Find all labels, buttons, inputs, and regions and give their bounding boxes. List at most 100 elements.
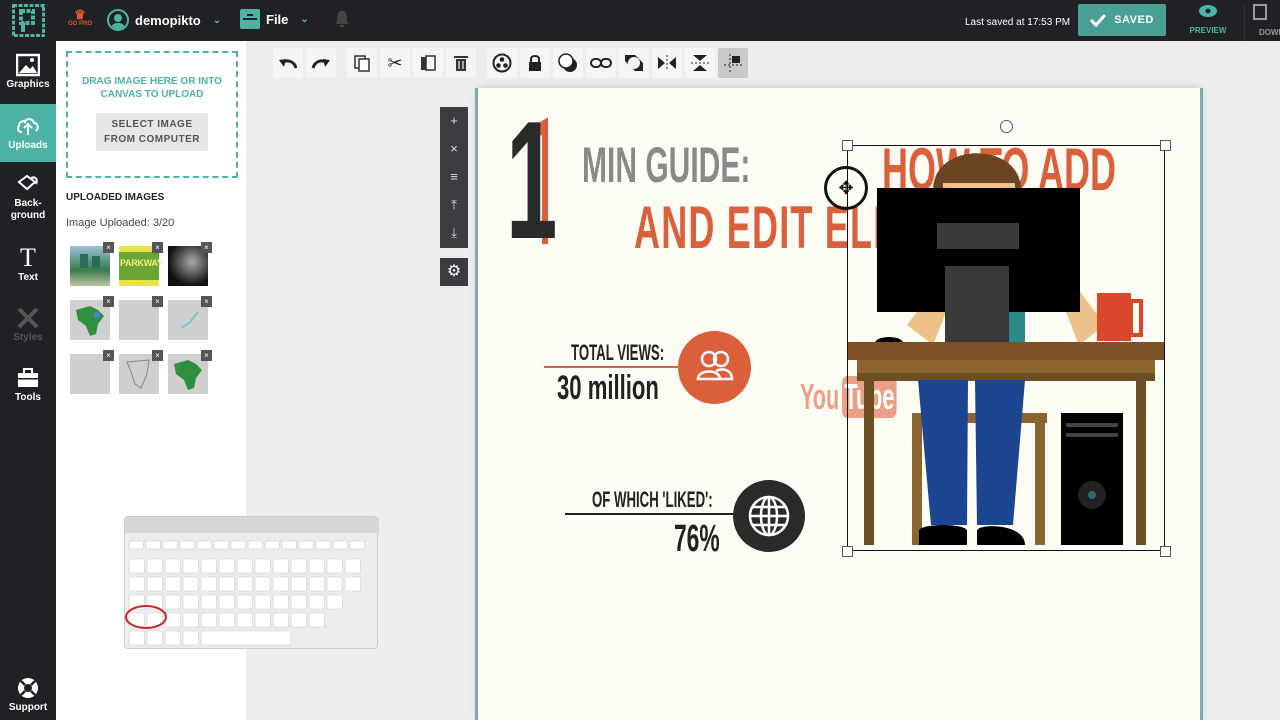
close-icon[interactable]: ×: [440, 135, 468, 163]
remove-image-icon[interactable]: ×: [103, 242, 114, 253]
total-views-value[interactable]: 30 million: [557, 369, 659, 407]
keyboard-key: [200, 558, 217, 574]
keyboard-key: [213, 540, 229, 550]
resize-handle-top-right[interactable]: [1160, 140, 1171, 151]
resize-handle-top-left[interactable]: [842, 140, 853, 151]
total-views-label[interactable]: TOTAL VIEWS:: [571, 340, 664, 366]
go-pro-button[interactable]: ♛ GO PRO: [67, 8, 93, 34]
keyboard-key: [236, 558, 253, 574]
keyboard-key: [308, 558, 325, 574]
uploaded-image-thumb[interactable]: ×: [119, 296, 163, 340]
keyboard-key: [218, 558, 235, 574]
cut-button[interactable]: ✂: [380, 48, 410, 78]
paste-button[interactable]: [413, 48, 443, 78]
align-icon: [724, 54, 742, 72]
rotate-handle[interactable]: [1000, 120, 1013, 133]
uploaded-image-thumb[interactable]: ×: [70, 296, 114, 340]
liked-value[interactable]: 76%: [674, 520, 720, 558]
liked-label[interactable]: OF WHICH 'LIKED':: [592, 487, 713, 513]
remove-image-icon[interactable]: ×: [103, 350, 114, 361]
redo-button[interactable]: [306, 48, 336, 78]
sidebar-item-uploads[interactable]: Uploads: [0, 104, 56, 162]
keyboard-key: [236, 576, 253, 592]
uploaded-image-thumb[interactable]: ×: [168, 350, 212, 394]
file-menu[interactable]: File ⌄: [240, 9, 309, 29]
remove-image-icon[interactable]: ×: [201, 296, 212, 307]
remove-image-icon[interactable]: ×: [201, 350, 212, 361]
crop-mask-icon: [625, 55, 643, 71]
align-button[interactable]: [718, 48, 748, 78]
download-button[interactable]: DOWN: [1244, 4, 1280, 41]
headline-min-guide[interactable]: MIN GUIDE:: [582, 140, 750, 190]
uploaded-images-heading: UPLOADED IMAGES: [66, 192, 165, 203]
stat-divider: [565, 513, 745, 515]
settings-gear-icon[interactable]: ⚙: [440, 258, 468, 286]
users-icon[interactable]: [678, 331, 751, 404]
keyboard-key: [128, 558, 145, 574]
keyboard-key: [182, 594, 199, 610]
remove-image-icon[interactable]: ×: [152, 350, 163, 361]
text-icon: T: [20, 243, 36, 272]
lock-button[interactable]: [520, 48, 550, 78]
select-image-button[interactable]: SELECT IMAGE FROM COMPUTER: [96, 113, 208, 151]
uploaded-image-thumb[interactable]: ×: [168, 296, 212, 340]
redo-icon: [311, 59, 330, 69]
sidebar-item-support[interactable]: Support: [0, 676, 56, 720]
remove-image-icon[interactable]: ×: [103, 296, 114, 307]
keyboard-key: [218, 576, 235, 592]
move-cursor-icon: ✥: [824, 166, 868, 210]
sidebar-item-graphics[interactable]: Graphics: [0, 53, 56, 101]
uploaded-image-thumb[interactable]: ×: [168, 242, 212, 286]
sidebar-item-tools[interactable]: Tools: [0, 366, 56, 416]
remove-image-icon[interactable]: ×: [152, 242, 163, 253]
keyboard-key: [218, 594, 235, 610]
user-menu[interactable]: demopikto ⌄: [107, 9, 221, 31]
upload-dropzone[interactable]: DRAG IMAGE HERE OR INTO CANVAS TO UPLOAD…: [66, 51, 238, 178]
keyboard-key: [326, 558, 343, 574]
remove-image-icon[interactable]: ×: [152, 296, 163, 307]
uploaded-image-thumb[interactable]: PARKWAY ×: [119, 242, 163, 286]
design-canvas[interactable]: 1 MIN GUIDE: HOW TO ADD AND EDIT ELEMENT…: [478, 88, 1200, 720]
flip-horizontal-button[interactable]: [652, 48, 682, 78]
add-icon[interactable]: +: [440, 107, 468, 135]
group-button[interactable]: [487, 48, 517, 78]
copy-icon: [354, 55, 370, 72]
big-number-one[interactable]: 1: [506, 96, 558, 272]
resize-handle-bottom-left[interactable]: [842, 546, 853, 557]
copy-button[interactable]: [347, 48, 377, 78]
preview-button[interactable]: PREVIEW: [1186, 4, 1230, 35]
lifebuoy-icon: [18, 678, 38, 698]
globe-icon[interactable]: [733, 480, 805, 552]
sidebar-item-background[interactable]: Back- ground: [0, 172, 56, 232]
keyboard-key: [230, 540, 246, 550]
piktochart-logo-icon[interactable]: [12, 4, 45, 37]
keyboard-key: [128, 576, 145, 592]
opacity-button[interactable]: [553, 48, 583, 78]
keyboard-key: [298, 540, 314, 550]
keyboard-key: [315, 540, 331, 550]
saved-button[interactable]: SAVED: [1078, 4, 1166, 36]
keyboard-key: [164, 594, 181, 610]
undo-button[interactable]: [273, 48, 303, 78]
keyboard-key: [182, 558, 199, 574]
link-button[interactable]: [586, 48, 616, 78]
resize-handle-bottom-right[interactable]: [1160, 546, 1171, 557]
chevron-down-icon: ⌄: [300, 13, 309, 25]
keyboard-key: [290, 594, 307, 610]
sidebar-item-styles[interactable]: Styles: [0, 306, 56, 356]
lock-icon: [529, 55, 541, 71]
bring-forward-icon[interactable]: ⤒: [440, 191, 468, 219]
last-saved-status: Last saved at 17:53 PM: [965, 17, 1071, 28]
uploaded-image-thumb[interactable]: ×: [70, 350, 114, 394]
delete-button[interactable]: [446, 48, 476, 78]
bell-icon[interactable]: [334, 10, 350, 28]
crop-button[interactable]: [619, 48, 649, 78]
layers-icon[interactable]: ≡: [440, 163, 468, 191]
keyboard-key: [326, 576, 343, 592]
remove-image-icon[interactable]: ×: [201, 242, 212, 253]
uploaded-image-thumb[interactable]: ×: [70, 242, 114, 286]
flip-vertical-button[interactable]: [685, 48, 715, 78]
sidebar-item-text[interactable]: T Text: [0, 243, 56, 296]
uploaded-image-thumb[interactable]: ×: [119, 350, 163, 394]
send-backward-icon[interactable]: ⤓: [440, 219, 468, 247]
